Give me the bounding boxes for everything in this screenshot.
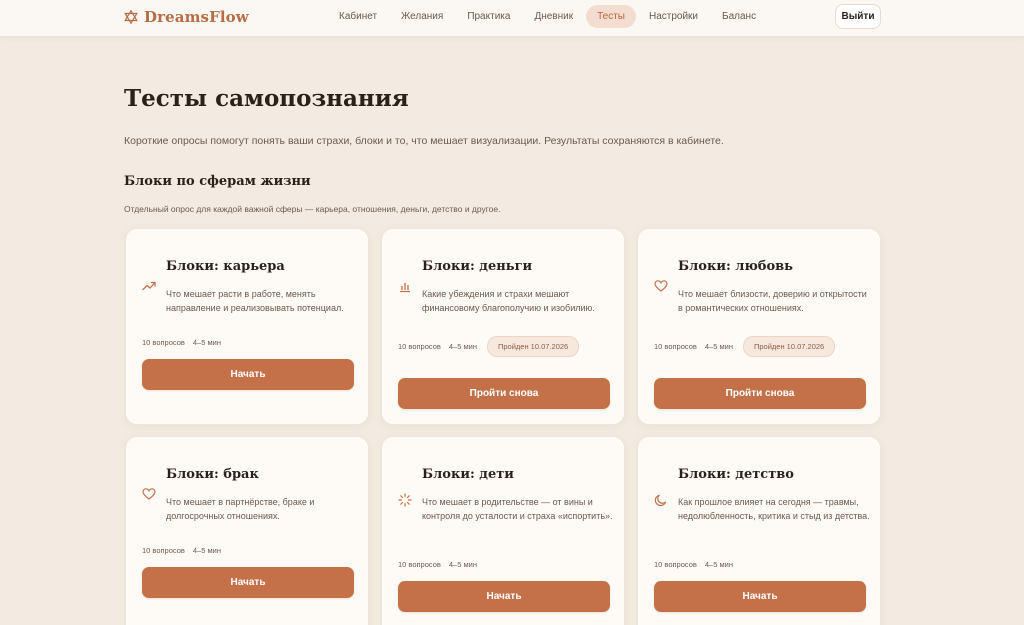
card-title: Блоки: дети	[422, 467, 514, 482]
duration: 4–5 мин	[192, 337, 221, 347]
card-title: Блоки: карьера	[166, 259, 285, 274]
start-test-button[interactable]: Начать	[398, 581, 610, 612]
bar-chart-icon	[400, 283, 410, 293]
page-title: Тесты самопознания	[124, 85, 409, 112]
nav-item-settings[interactable]: Настройки	[638, 5, 709, 28]
start-test-button[interactable]: Начать	[654, 581, 866, 612]
card-description: Как прошлое влияет на сегодня — травмы, …	[678, 497, 870, 521]
card-meta: 10 вопросов 4–5 мин	[398, 554, 477, 574]
card-description: Какие убеждения и страхи мешают финансов…	[422, 289, 595, 313]
question-count: 10 вопросов	[398, 341, 441, 351]
logo-text: DreamsFlow	[144, 8, 249, 26]
question-count: 10 вопросов	[398, 559, 441, 569]
nav-item-tests[interactable]: Тесты	[586, 5, 636, 28]
section-description: Отдельный опрос для каждой важной сферы …	[124, 204, 501, 214]
test-card-childhood: Блоки: детство Как прошлое влияет на сег…	[637, 436, 881, 625]
test-card-marriage: Блоки: брак Что мешает в партнёрстве, бр…	[125, 436, 369, 625]
duration: 4–5 мин	[448, 341, 477, 351]
duration: 4–5 мин	[192, 545, 221, 555]
card-title: Блоки: любовь	[678, 259, 793, 274]
top-navigation-bar: DreamsFlow Кабинет Желания Практика Днев…	[0, 0, 1024, 37]
question-count: 10 вопросов	[654, 341, 697, 351]
card-meta: 10 вопросов 4–5 мин Пройден 10.07.2026	[654, 335, 836, 357]
logo[interactable]: DreamsFlow	[124, 7, 249, 27]
retake-test-button[interactable]: Пройти снова	[398, 378, 610, 409]
main-nav: Кабинет Желания Практика Дневник Тесты Н…	[328, 4, 767, 29]
test-card-love: Блоки: любовь Что мешает близости, довер…	[637, 228, 881, 425]
star-of-david-icon	[124, 10, 138, 24]
completed-badge: Пройден 10.07.2026	[486, 335, 580, 357]
nav-item-practice[interactable]: Практика	[456, 5, 521, 28]
test-card-career: Блоки: карьера Что мешает расти в работе…	[125, 228, 369, 425]
card-meta: 10 вопросов 4–5 мин Пройден 10.07.2026	[398, 335, 580, 357]
heart-icon	[654, 280, 668, 292]
test-card-children: Блоки: дети Что мешает в родительстве — …	[381, 436, 625, 625]
card-description: Что мешает близости, доверию и открытост…	[678, 289, 867, 313]
logout-button[interactable]: Выйти	[835, 4, 881, 29]
card-title: Блоки: детство	[678, 467, 794, 482]
section-title: Блоки по сферам жизни	[124, 174, 311, 189]
page-subtitle: Короткие опросы помогут понять ваши стра…	[124, 135, 724, 147]
card-description: Что мешает расти в работе, менять направ…	[166, 289, 344, 313]
heart-icon	[142, 488, 156, 500]
duration: 4–5 мин	[704, 559, 733, 569]
start-test-button[interactable]: Начать	[142, 359, 354, 390]
card-description: Что мешает в партнёрстве, браке и долгос…	[166, 497, 315, 521]
retake-test-button[interactable]: Пройти снова	[654, 378, 866, 409]
nav-item-cabinet[interactable]: Кабинет	[328, 5, 388, 28]
question-count: 10 вопросов	[142, 545, 185, 555]
nav-item-balance[interactable]: Баланс	[711, 5, 767, 28]
nav-item-wishes[interactable]: Желания	[390, 5, 454, 28]
completed-badge: Пройден 10.07.2026	[742, 335, 836, 357]
duration: 4–5 мин	[448, 559, 477, 569]
card-meta: 10 вопросов 4–5 мин	[654, 554, 733, 574]
question-count: 10 вопросов	[654, 559, 697, 569]
loader-icon	[398, 493, 412, 507]
card-meta: 10 вопросов 4–5 мин	[142, 332, 221, 352]
card-meta: 10 вопросов 4–5 мин	[142, 540, 221, 560]
card-title: Блоки: брак	[166, 467, 259, 482]
card-description: Что мешает в родительстве — от вины и ко…	[422, 497, 613, 521]
question-count: 10 вопросов	[142, 337, 185, 347]
duration: 4–5 мин	[704, 341, 733, 351]
nav-item-diary[interactable]: Дневник	[523, 5, 584, 28]
moon-icon	[654, 494, 667, 507]
card-title: Блоки: деньги	[422, 259, 533, 274]
start-test-button[interactable]: Начать	[142, 567, 354, 598]
trending-up-icon	[142, 281, 156, 291]
test-card-money: Блоки: деньги Какие убеждения и страхи м…	[381, 228, 625, 425]
